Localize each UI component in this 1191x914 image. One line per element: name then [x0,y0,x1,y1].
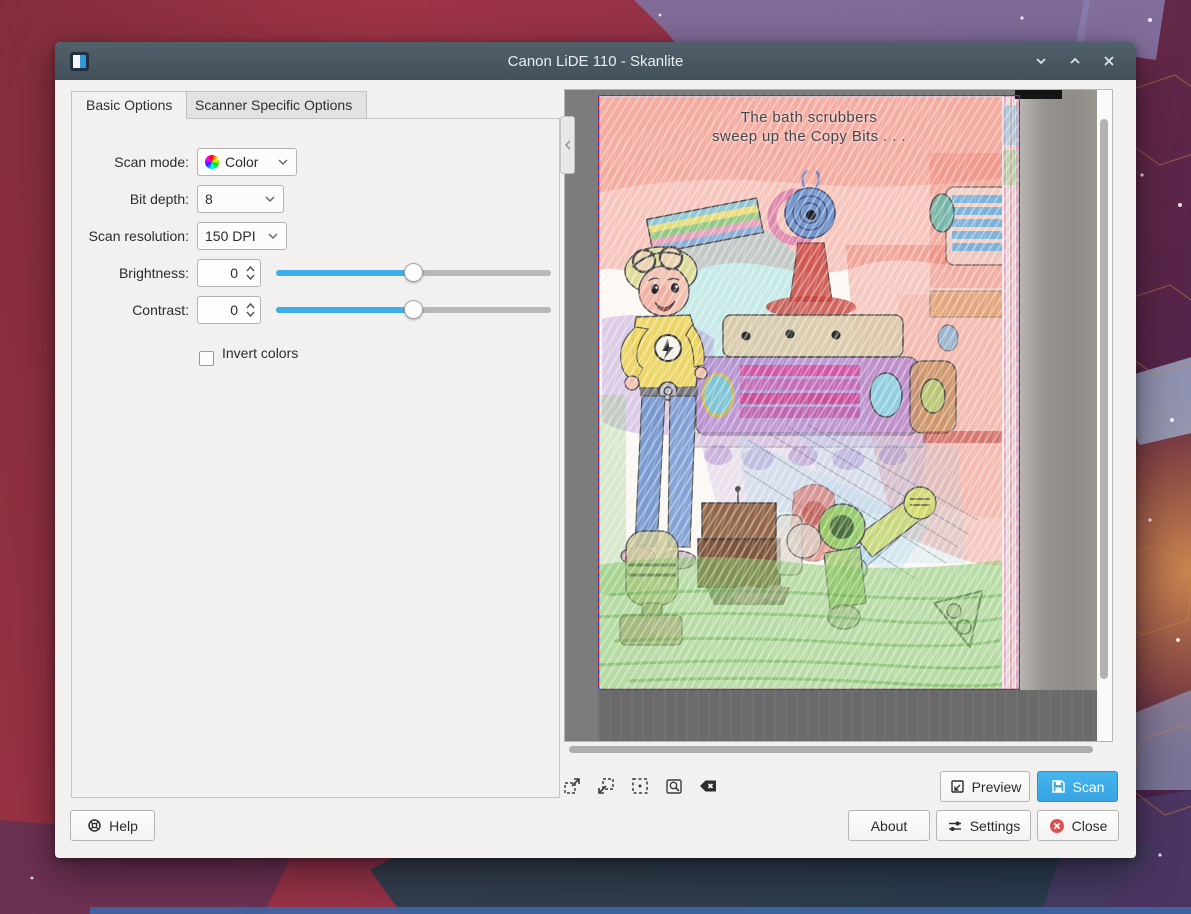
close-button[interactable]: Close [1037,810,1119,841]
brightness-slider[interactable] [276,259,551,287]
chevron-down-icon [277,156,289,168]
invert-colors-label: Invert colors [222,345,298,361]
tab-basic-options[interactable]: Basic Options [71,91,187,119]
window-title: Canon LiDE 110 - Skanlite [55,53,1136,70]
document-preview-icon [949,779,965,795]
spin-up-icon [245,302,256,310]
skanlite-window: Canon LiDE 110 - Skanlite Basic Options … [55,42,1136,858]
help-button[interactable]: Help [70,810,155,841]
chevron-left-icon [563,140,573,150]
slider-handle[interactable] [404,300,423,319]
scan-resolution-dropdown[interactable]: 150 DPI [197,222,287,250]
minimize-button[interactable] [1030,50,1052,72]
brightness-value: 0 [198,265,241,281]
scan-button-label: Scan [1073,779,1105,795]
spin-down-icon [245,273,256,281]
zoom-in-button[interactable] [559,773,585,799]
chevron-up-icon [1067,53,1083,69]
scan-margin-bottom [598,690,1097,741]
chevron-down-icon [267,230,279,242]
scan-lid-edge [1015,90,1062,99]
preview-frame: The bath scrubbers sweep up the Copy Bit… [564,89,1113,742]
settings-button[interactable]: Settings [936,810,1031,841]
scan-mode-dropdown[interactable]: Color [197,148,297,176]
settings-button-label: Settings [970,818,1021,834]
maximize-button[interactable] [1064,50,1086,72]
zoom-to-fit-button[interactable] [661,773,687,799]
titlebar[interactable]: Canon LiDE 110 - Skanlite [55,42,1136,80]
tab-label: Scanner Specific Options [195,97,352,113]
zoom-in-icon [562,776,582,796]
scan-mode-label: Scan mode: [72,148,189,176]
color-wheel-icon [205,155,219,169]
brightness-spinbox[interactable]: 0 [197,259,261,287]
scan-resolution-label: Scan resolution: [72,222,189,250]
close-window-button[interactable] [1098,50,1120,72]
help-lifering-icon [87,818,102,833]
zoom-to-fit-icon [664,776,684,796]
contrast-slider[interactable] [276,296,551,324]
bit-depth-value: 8 [205,191,213,207]
scan-mode-value: Color [225,154,258,170]
bit-depth-label: Bit depth: [72,185,189,213]
brightness-label: Brightness: [72,259,189,287]
contrast-value: 0 [198,302,241,318]
scan-margin-right [1020,90,1097,690]
clear-selections-icon [697,776,719,796]
spinbox-arrows[interactable] [241,297,260,323]
tab-label: Basic Options [86,97,172,113]
spin-up-icon [245,265,256,273]
settings-sliders-icon [947,819,963,833]
vertical-scrollbar-thumb[interactable] [1100,119,1108,679]
zoom-out-icon [596,776,616,796]
scan-resolution-value: 150 DPI [205,228,256,244]
vertical-scrollbar[interactable] [1097,91,1111,740]
about-button[interactable]: About [848,810,930,841]
contrast-label: Contrast: [72,296,189,324]
close-button-label: Close [1072,818,1108,834]
basic-options-panel: Scan mode: Color Bit depth: 8 Scan resol… [71,118,560,798]
preview-button-label: Preview [972,779,1022,795]
skanlite-app-icon [70,52,89,71]
slider-fill [276,307,414,313]
scan-button[interactable]: Scan [1037,771,1118,802]
splitter-collapse-handle[interactable] [560,116,575,174]
about-button-label: About [871,818,908,834]
zoom-selection-button[interactable] [627,773,653,799]
spin-down-icon [245,310,256,318]
help-button-label: Help [109,818,138,834]
close-icon [1101,53,1117,69]
clear-selections-button[interactable] [695,773,721,799]
spinbox-arrows[interactable] [241,260,260,286]
preview-viewport[interactable]: The bath scrubbers sweep up the Copy Bit… [565,90,1097,741]
zoom-out-button[interactable] [593,773,619,799]
preview-button[interactable]: Preview [940,771,1030,802]
chevron-down-icon [264,193,276,205]
bit-depth-dropdown[interactable]: 8 [197,185,284,213]
horizontal-scrollbar[interactable] [565,745,1112,755]
slider-handle[interactable] [404,263,423,282]
save-floppy-icon [1051,779,1066,794]
skanlite-app-icon-glyph [73,55,86,68]
tab-scanner-specific-options[interactable]: Scanner Specific Options [180,91,367,119]
close-circle-icon [1049,818,1065,834]
slider-fill [276,270,414,276]
zoom-selection-icon [630,776,650,796]
chevron-down-icon [1033,53,1049,69]
horizontal-scrollbar-thumb[interactable] [569,746,1093,753]
invert-colors-checkbox[interactable] [199,351,214,366]
contrast-spinbox[interactable]: 0 [197,296,261,324]
selection-rectangle[interactable] [598,95,1020,690]
